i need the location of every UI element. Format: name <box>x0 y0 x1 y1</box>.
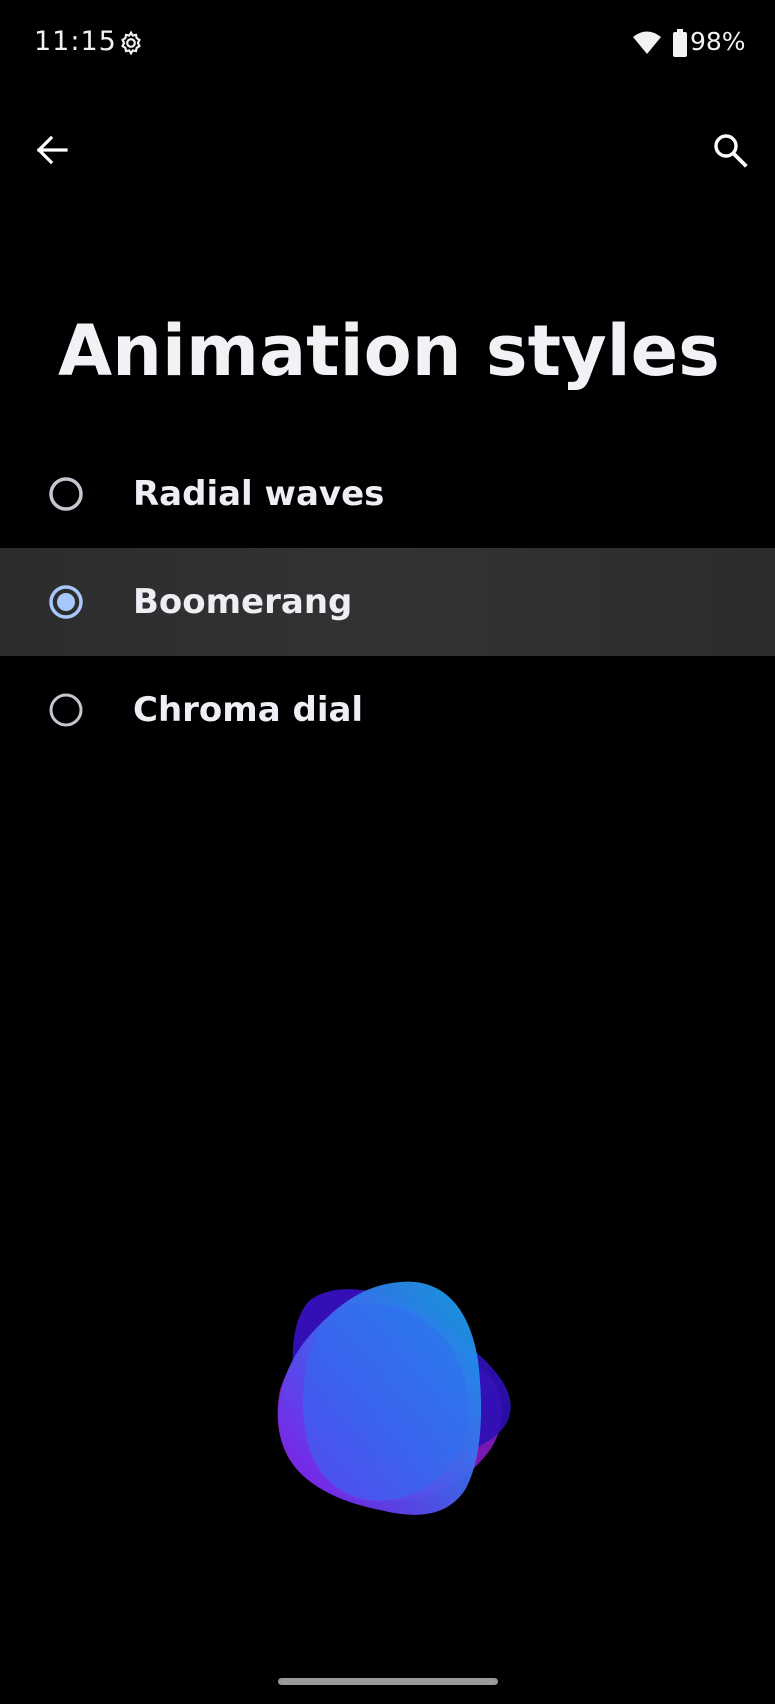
option-label: Radial waves <box>133 474 385 514</box>
option-label: Chroma dial <box>133 690 364 730</box>
radio-unselected-icon[interactable] <box>48 692 84 728</box>
search-icon <box>714 134 748 168</box>
battery-percentage: 98% <box>690 27 746 56</box>
animation-preview <box>277 1281 511 1515</box>
radio-selected-icon[interactable] <box>48 584 84 620</box>
option-label: Boomerang <box>133 582 353 622</box>
search-button[interactable] <box>702 124 758 176</box>
option-chroma-dial[interactable]: Chroma dial <box>0 656 775 764</box>
back-button[interactable] <box>24 124 80 176</box>
radio-unselected-icon[interactable] <box>48 476 84 512</box>
page-title: Animation styles <box>58 310 720 392</box>
status-bar: 11:15 98% <box>0 0 775 88</box>
status-time: 11:15 <box>34 26 117 57</box>
settings-gear-icon <box>118 30 144 56</box>
option-radial-waves[interactable]: Radial waves <box>0 440 775 548</box>
navigation-handle[interactable] <box>278 1678 498 1685</box>
wifi-icon <box>632 30 662 56</box>
animation-style-options: Radial waves Boomerang Chroma dial <box>0 440 775 764</box>
option-boomerang[interactable]: Boomerang <box>0 548 775 656</box>
battery-icon <box>672 29 688 57</box>
arrow-back-icon <box>36 135 68 165</box>
